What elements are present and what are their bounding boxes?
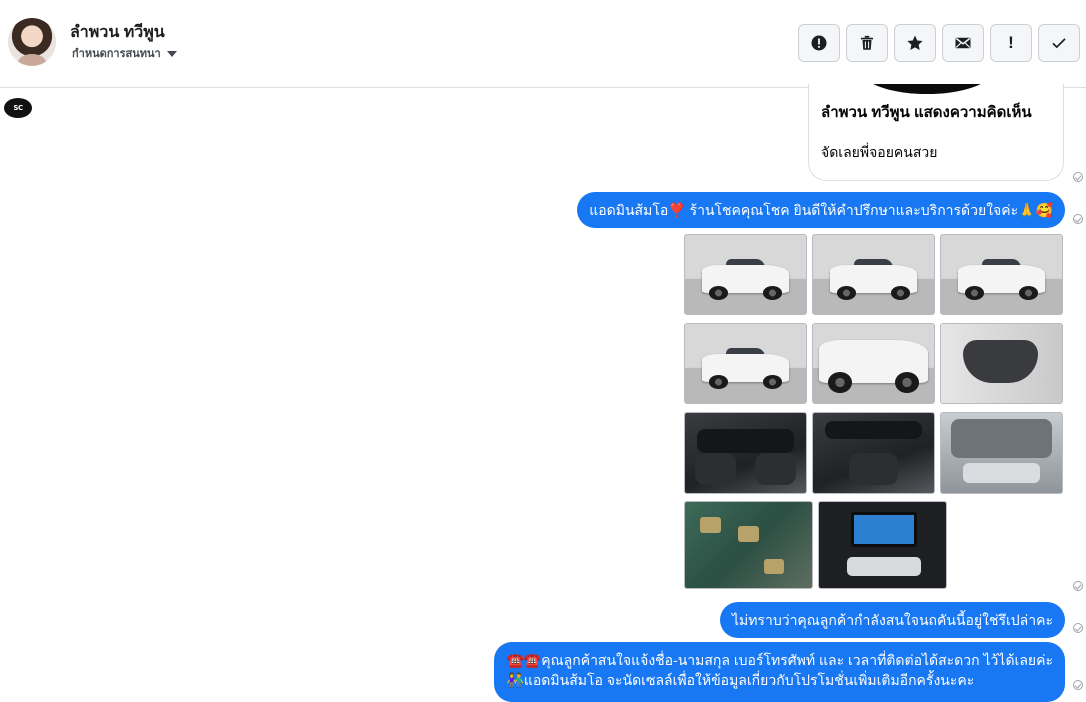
message-line: 👫แอดมินส้มโอ จะนัดเซลล์เพื่อให้ข้อมูลเกี… xyxy=(506,672,975,688)
photo-head-unit[interactable] xyxy=(818,501,947,589)
seen-check-icon xyxy=(1073,581,1083,591)
follow-up-button[interactable]: ! xyxy=(990,24,1032,62)
message-bubble[interactable]: ไม่ทราบว่าคุณลูกค้ากำลังสนใจนถคันนี้อยู่… xyxy=(719,602,1065,638)
photo-door-panel[interactable] xyxy=(940,323,1063,404)
spam-button[interactable] xyxy=(798,24,840,62)
message-bubble[interactable]: ☎️☎️คุณลูกค้าสนใจแจ้งชื่อ-นามสกุล เบอร์โ… xyxy=(494,642,1065,702)
photo-side-view[interactable] xyxy=(684,323,807,404)
header-actions: ! xyxy=(798,24,1080,62)
seen-check-icon xyxy=(1073,214,1083,224)
photo-battery[interactable] xyxy=(684,501,813,589)
done-button[interactable] xyxy=(1038,24,1080,62)
seen-check-icon xyxy=(1073,172,1083,182)
photo-gear-shift[interactable] xyxy=(812,412,935,494)
photo-rear-view[interactable] xyxy=(684,234,807,315)
photo-side-view[interactable] xyxy=(940,234,1063,315)
assign-label: กำหนดการสนทนา xyxy=(72,48,161,60)
mark-unread-button[interactable] xyxy=(942,24,984,62)
contact-name[interactable]: ลำพวน ทวีพูน xyxy=(70,20,165,45)
seen-check-icon xyxy=(1073,680,1083,690)
photo-rear-view[interactable] xyxy=(812,234,935,315)
checkmark-icon xyxy=(1052,38,1066,49)
assign-conversation-dropdown[interactable]: กำหนดการสนทนา xyxy=(72,44,177,62)
exclamation-icon: ! xyxy=(1008,33,1014,52)
alert-circle-icon xyxy=(811,35,827,51)
photo-dashboard[interactable] xyxy=(684,412,807,494)
page-logo-text: SC xyxy=(13,104,23,112)
comment-title: ลำพวน ทวีพูน แสดงความคิดเห็น xyxy=(821,104,1032,121)
photo-front-grille[interactable] xyxy=(940,412,1063,494)
star-icon xyxy=(907,35,923,51)
seen-check-icon xyxy=(1073,623,1083,633)
message-bubble[interactable]: แอดมินส้มโอ❣️ ร้านโชคคุณโชค ยินดีให้คำปร… xyxy=(577,192,1065,228)
delete-button[interactable] xyxy=(846,24,888,62)
comment-image xyxy=(863,84,991,94)
comment-card[interactable]: ลำพวน ทวีพูน แสดงความคิดเห็น จัดเลยพี่จอ… xyxy=(808,84,1064,181)
comment-text: จัดเลยพี่จอยคนสวย xyxy=(821,144,938,160)
trash-icon xyxy=(861,35,873,50)
message-line: ☎️☎️คุณลูกค้าสนใจแจ้งชื่อ-นามสกุล เบอร์โ… xyxy=(506,652,1053,668)
conversation-header: ลำพวน ทวีพูน กำหนดการสนทนา ! xyxy=(0,0,1086,88)
star-button[interactable] xyxy=(894,24,936,62)
photo-wheel[interactable] xyxy=(812,323,935,404)
caret-down-icon xyxy=(166,51,177,57)
contact-avatar[interactable] xyxy=(8,18,56,66)
page-logo: SC xyxy=(4,98,32,118)
envelope-icon xyxy=(955,37,971,49)
